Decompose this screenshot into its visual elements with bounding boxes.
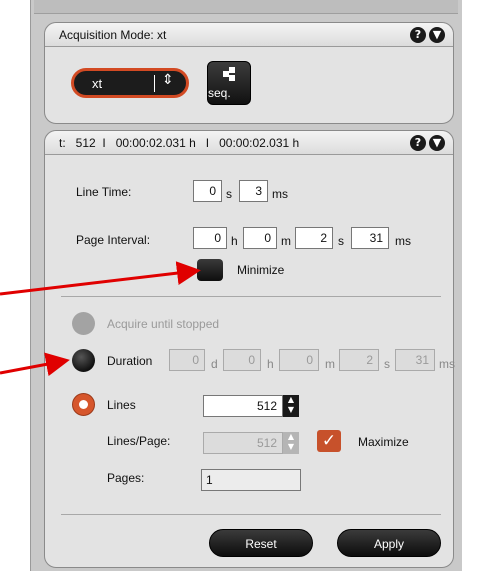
acquire-until-stopped-radio[interactable] — [72, 312, 95, 335]
lines-field[interactable]: 512 — [203, 395, 283, 417]
page-interval-ms-field[interactable]: 31 — [351, 227, 389, 249]
acquisition-mode-value: xt — [92, 76, 103, 91]
duration-h-field[interactable]: 0 — [223, 349, 261, 371]
line-time-ms-field[interactable]: 3 — [239, 180, 268, 202]
unit-s: s — [226, 187, 232, 201]
timing-summary: t: 512 I 00:00:02.031 h I 00:00:02.031 h — [59, 136, 300, 150]
acquisition-title: Acquisition Mode: xt — [59, 28, 167, 42]
apply-button[interactable]: Apply — [337, 529, 441, 557]
lines-per-page-field[interactable]: 512 — [203, 432, 283, 454]
collapse-icon[interactable]: ▼ — [429, 135, 445, 151]
maximize-checkbox[interactable]: ✓ — [317, 430, 341, 452]
maximize-label: Maximize — [358, 435, 409, 449]
divider — [61, 514, 441, 515]
pages-label: Pages: — [107, 471, 145, 485]
acquisition-mode-panel: Acquisition Mode: xt ? ▼ xt ⇕ seq. — [44, 22, 454, 124]
duration-d-field[interactable]: 0 — [169, 349, 205, 371]
pages-field[interactable]: 1 — [201, 469, 301, 491]
seq-label: seq. — [208, 86, 231, 100]
unit-ms: ms — [439, 357, 455, 371]
unit-h: h — [267, 357, 274, 371]
lines-per-page-label: Lines/Page: — [107, 434, 171, 448]
duration-s-field[interactable]: 2 — [339, 349, 379, 371]
unit-d: d — [211, 357, 218, 371]
page-interval-s-field[interactable]: 2 — [295, 227, 333, 249]
lines-per-page-spinner[interactable]: ▲ ▼ — [283, 432, 299, 454]
acquisition-header: Acquisition Mode: xt ? ▼ — [45, 23, 453, 47]
page-interval-m-field[interactable]: 0 — [243, 227, 277, 249]
minimize-label: Minimize — [237, 263, 285, 277]
unit-s: s — [338, 234, 344, 248]
unit-s: s — [384, 357, 390, 371]
select-divider — [154, 75, 155, 92]
unit-ms: ms — [395, 234, 411, 248]
acquisition-mode-select[interactable]: xt ⇕ — [71, 68, 189, 98]
unit-ms: ms — [272, 187, 288, 201]
collapse-icon[interactable]: ▼ — [429, 27, 445, 43]
acquire-until-stopped-label: Acquire until stopped — [107, 317, 220, 331]
help-icon[interactable]: ? — [410, 135, 426, 151]
seq-button[interactable]: seq. — [207, 61, 251, 105]
timing-panel: t: 512 I 00:00:02.031 h I 00:00:02.031 h… — [44, 130, 455, 568]
duration-radio[interactable] — [72, 349, 95, 372]
help-icon[interactable]: ? — [410, 27, 426, 43]
duration-label: Duration — [107, 354, 153, 368]
lines-spinner[interactable]: ▲ ▼ — [283, 395, 299, 417]
unit-m: m — [281, 234, 291, 248]
page-interval-h-field[interactable]: 0 — [193, 227, 227, 249]
line-time-label: Line Time: — [76, 185, 132, 199]
timing-header: t: 512 I 00:00:02.031 h I 00:00:02.031 h… — [45, 131, 453, 155]
unit-h: h — [231, 234, 238, 248]
line-time-s-field[interactable]: 0 — [193, 180, 222, 202]
divider — [61, 296, 441, 297]
duration-ms-field[interactable]: 31 — [395, 349, 435, 371]
lines-label: Lines — [107, 398, 136, 412]
top-strip — [34, 0, 458, 14]
lines-radio[interactable] — [72, 393, 95, 416]
stack-icon — [221, 67, 237, 83]
unit-m: m — [325, 357, 335, 371]
updown-arrow-icon: ⇕ — [162, 72, 174, 88]
page-interval-label: Page Interval: — [76, 233, 151, 247]
minimize-button[interactable] — [197, 259, 223, 281]
duration-m-field[interactable]: 0 — [279, 349, 319, 371]
reset-button[interactable]: Reset — [209, 529, 313, 557]
